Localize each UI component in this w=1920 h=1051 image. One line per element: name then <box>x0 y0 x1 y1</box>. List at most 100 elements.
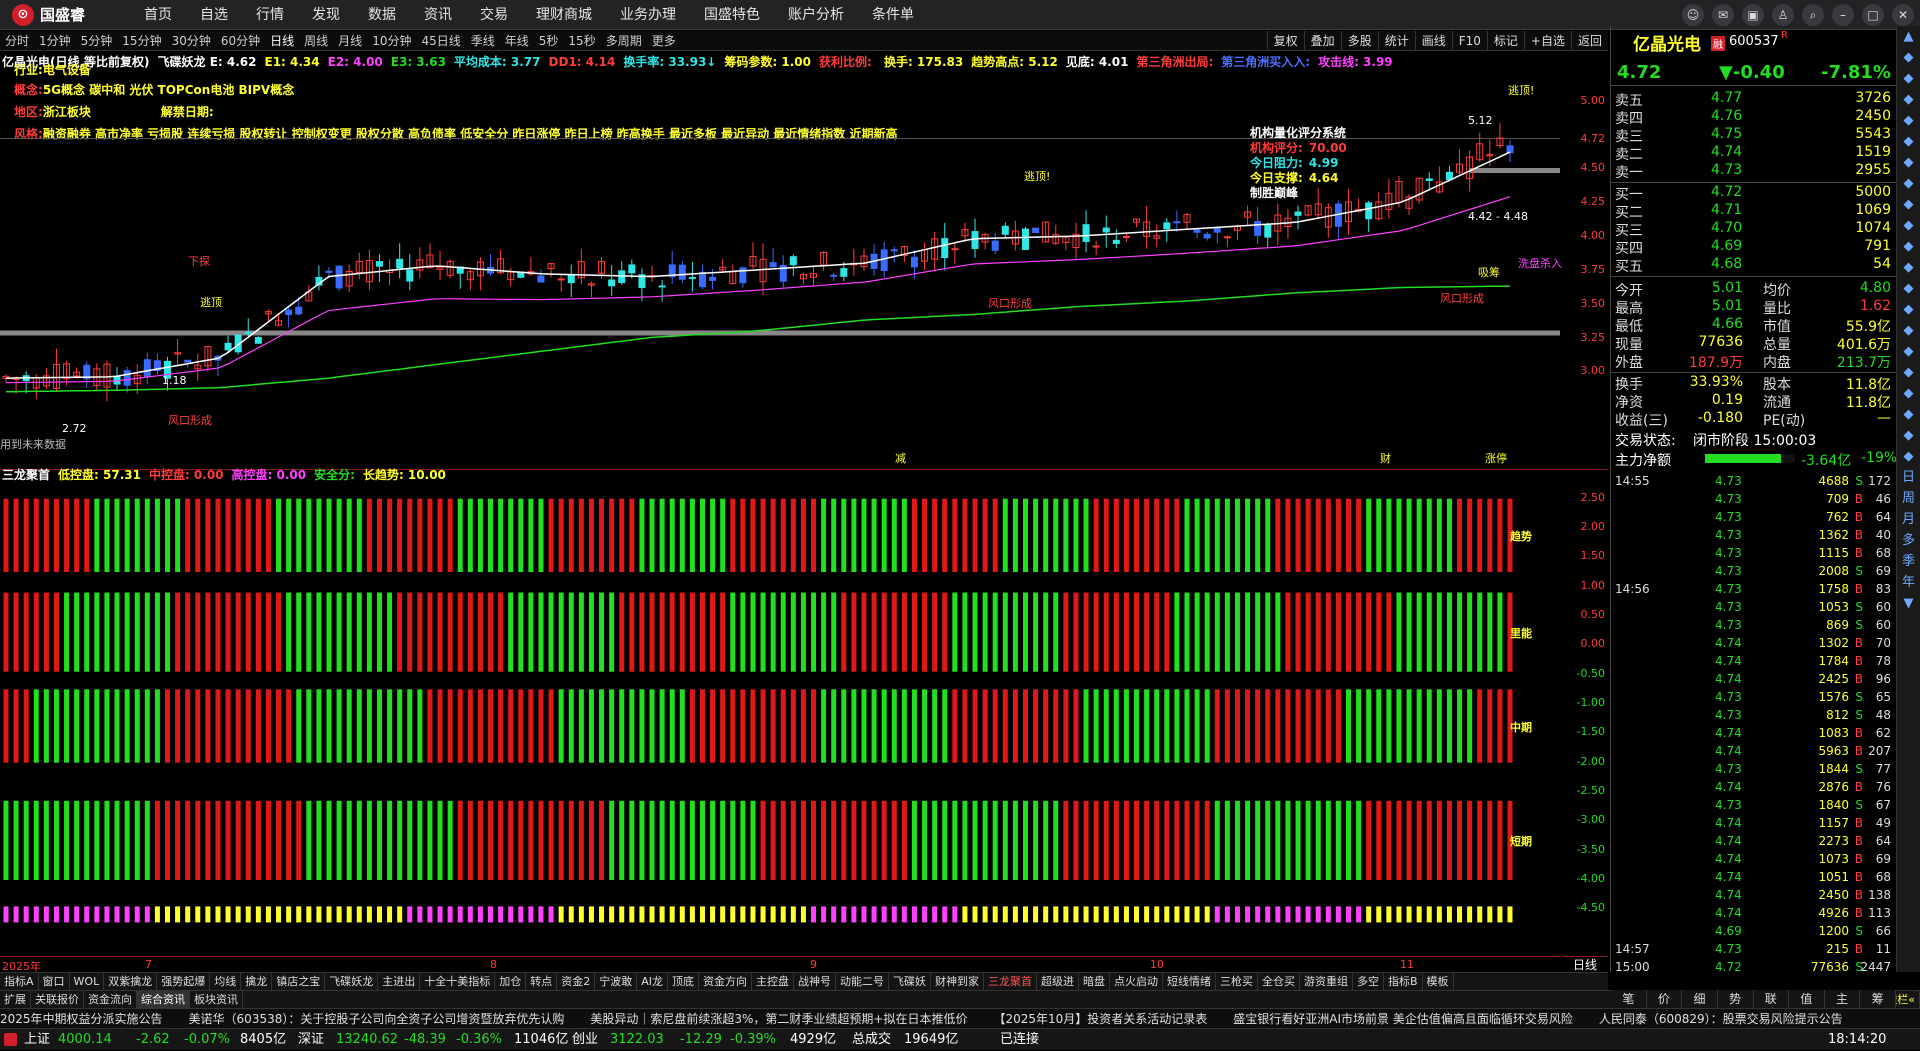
period-6[interactable]: 日线 <box>265 32 299 49</box>
panel-tab-1[interactable]: 关联报价 <box>31 991 84 1008</box>
indicator-tab-31[interactable]: 多空 <box>1353 973 1384 990</box>
indicator-tab-17[interactable]: 资金方向 <box>699 973 752 990</box>
period-16[interactable]: 更多 <box>647 32 681 49</box>
panel-tab-0[interactable]: 扩展 <box>0 991 31 1008</box>
period-label-daily[interactable]: 日线 <box>1562 956 1608 972</box>
tool-2[interactable]: 多股 <box>1340 31 1378 51</box>
panel-tab-3[interactable]: 综合资讯 <box>137 991 190 1008</box>
indicator-tab-19[interactable]: 战神号 <box>794 973 836 990</box>
indicator-tab-10[interactable]: 十全十美指标 <box>420 973 496 990</box>
sidebar-item-15[interactable]: ◆ <box>1897 341 1920 362</box>
indicator-tab-9[interactable]: 主进出 <box>378 973 421 990</box>
quote-tab-6[interactable]: 主 <box>1824 990 1861 1008</box>
menu-item-3[interactable]: 发现 <box>298 0 354 30</box>
menu-item-4[interactable]: 数据 <box>354 0 410 30</box>
sidebar-item-27[interactable]: ▼ <box>1897 593 1920 614</box>
menu-item-1[interactable]: 自选 <box>186 0 242 30</box>
quote-tab-3[interactable]: 势 <box>1717 990 1754 1008</box>
indicator-tab-33[interactable]: 模板 <box>1423 973 1454 990</box>
sidebar-item-11[interactable]: ◆ <box>1897 257 1920 278</box>
user-icon[interactable]: ♙ <box>1772 4 1794 26</box>
indicator-tab-14[interactable]: 宁波敢 <box>595 973 638 990</box>
sidebar-item-1[interactable]: ◆ <box>1897 47 1920 68</box>
indicator-tab-22[interactable]: 财神到家 <box>931 973 984 990</box>
sidebar-item-24[interactable]: 多 <box>1897 530 1920 551</box>
indicator-tab-13[interactable]: 资金2 <box>557 973 596 990</box>
sidebar-item-14[interactable]: ◆ <box>1897 320 1920 341</box>
indicator-tab-3[interactable]: 双紫擒龙 <box>104 973 158 990</box>
tool-5[interactable]: F10 <box>1451 31 1487 51</box>
sidebar-item-8[interactable]: ◆ <box>1897 194 1920 215</box>
sidebar-item-20[interactable]: ◆ <box>1897 446 1920 467</box>
quote-tab-7[interactable]: 筹 <box>1860 990 1896 1008</box>
tool-4[interactable]: 画线 <box>1414 31 1452 51</box>
main-kline-chart[interactable]: 亿晶光电(日线,等比前复权) 飞碟妖龙 E: 4.62 E1: 4.34 E2: 4.… <box>0 52 1608 470</box>
quote-tab-5[interactable]: 值 <box>1789 990 1825 1008</box>
indicator-tab-4[interactable]: 强势起爆 <box>157 973 211 990</box>
period-14[interactable]: 15秒 <box>563 32 600 49</box>
period-3[interactable]: 15分钟 <box>117 32 166 49</box>
sidebar-item-22[interactable]: 周 <box>1897 488 1920 509</box>
three-dragon-chart[interactable] <box>0 480 1560 954</box>
menu-item-2[interactable]: 行情 <box>242 0 298 30</box>
sidebar-item-21[interactable]: 日 <box>1897 467 1920 488</box>
quote-tab-4[interactable]: 联 <box>1753 990 1790 1008</box>
indicator-tab-1[interactable]: 窗口 <box>39 973 70 990</box>
indicator-tab-28[interactable]: 三枪买 <box>1216 973 1258 990</box>
sidebar-item-18[interactable]: ◆ <box>1897 404 1920 425</box>
search-icon[interactable]: ⌕ <box>1802 4 1824 26</box>
sidebar-item-13[interactable]: ◆ <box>1897 299 1920 320</box>
maximize-icon[interactable]: □ <box>1862 4 1884 26</box>
indicator-tab-21[interactable]: 飞碟妖 <box>889 973 931 990</box>
panel-tab-2[interactable]: 资金流向 <box>84 991 137 1008</box>
indicator-tab-0[interactable]: 指标A <box>0 973 39 990</box>
news-item-1[interactable]: 美诺华（603538）：关于控股子公司向全资子公司增资暨放弃优先认购 <box>189 1012 565 1026</box>
indicator-tab-5[interactable]: 均线 <box>210 973 242 990</box>
skin-icon[interactable]: ▣ <box>1742 4 1764 26</box>
period-15[interactable]: 多周期 <box>601 32 647 49</box>
sidebar-item-5[interactable]: ◆ <box>1897 131 1920 152</box>
period-9[interactable]: 10分钟 <box>367 32 416 49</box>
indicator-tab-6[interactable]: 擒龙 <box>241 973 273 990</box>
indicator-tab-20[interactable]: 动能二号 <box>836 973 889 990</box>
sidebar-item-2[interactable]: ◆ <box>1897 68 1920 89</box>
period-1[interactable]: 1分钟 <box>34 32 76 49</box>
period-10[interactable]: 45日线 <box>416 32 465 49</box>
sidebar-item-16[interactable]: ◆ <box>1897 362 1920 383</box>
minimize-icon[interactable]: – <box>1832 4 1854 26</box>
tool-6[interactable]: 标记 <box>1486 31 1524 51</box>
news-item-4[interactable]: 盛宝银行看好亚洲AI市场前景 美企估值偏高且面临循环交易风险 <box>1233 1012 1573 1026</box>
period-5[interactable]: 60分钟 <box>216 32 265 49</box>
indicator-tab-15[interactable]: AI龙 <box>637 973 668 990</box>
indicator-tab-32[interactable]: 指标B <box>1384 973 1423 990</box>
tool-3[interactable]: 统计 <box>1377 31 1415 51</box>
menu-item-5[interactable]: 资讯 <box>410 0 466 30</box>
sidebar-item-7[interactable]: ◆ <box>1897 173 1920 194</box>
close-icon[interactable]: ✕ <box>1892 4 1914 26</box>
news-item-3[interactable]: 【2025年10月】投资者关系活动记录表 <box>993 1012 1207 1026</box>
quote-tab-0[interactable]: 笔 <box>1611 990 1647 1008</box>
period-11[interactable]: 季线 <box>466 32 500 49</box>
tool-7[interactable]: +自选 <box>1523 31 1571 51</box>
menu-item-10[interactable]: 账户分析 <box>774 0 858 30</box>
sidebar-item-12[interactable]: ◆ <box>1897 278 1920 299</box>
menu-item-6[interactable]: 交易 <box>466 0 522 30</box>
menu-item-0[interactable]: 首页 <box>130 0 186 30</box>
chat-icon[interactable]: ☺ <box>1682 4 1704 26</box>
sidebar-item-3[interactable]: ◆ <box>1897 89 1920 110</box>
sidebar-item-10[interactable]: ◆ <box>1897 236 1920 257</box>
menu-item-9[interactable]: 国盛特色 <box>690 0 774 30</box>
indicator-tab-29[interactable]: 全仓买 <box>1258 973 1300 990</box>
quote-tab-2[interactable]: 细 <box>1682 990 1718 1008</box>
sidebar-item-25[interactable]: 季 <box>1897 551 1920 572</box>
panel-tab-4[interactable]: 板块资讯 <box>190 991 243 1008</box>
period-13[interactable]: 5秒 <box>534 32 564 49</box>
sidebar-item-26[interactable]: 年 <box>1897 572 1920 593</box>
news-item-2[interactable]: 美股异动｜索尼盘前续涨超3%，第二财季业绩超预期+拟在日本推低价 <box>590 1012 967 1026</box>
sidebar-item-19[interactable]: ◆ <box>1897 425 1920 446</box>
sidebar-item-17[interactable]: ◆ <box>1897 383 1920 404</box>
period-7[interactable]: 周线 <box>299 32 333 49</box>
sidebar-item-0[interactable]: ▲ <box>1897 26 1920 47</box>
app-logo[interactable]: ⊙ 国盛睿 <box>0 3 130 26</box>
indicator-tab-8[interactable]: 飞碟妖龙 <box>325 973 379 990</box>
